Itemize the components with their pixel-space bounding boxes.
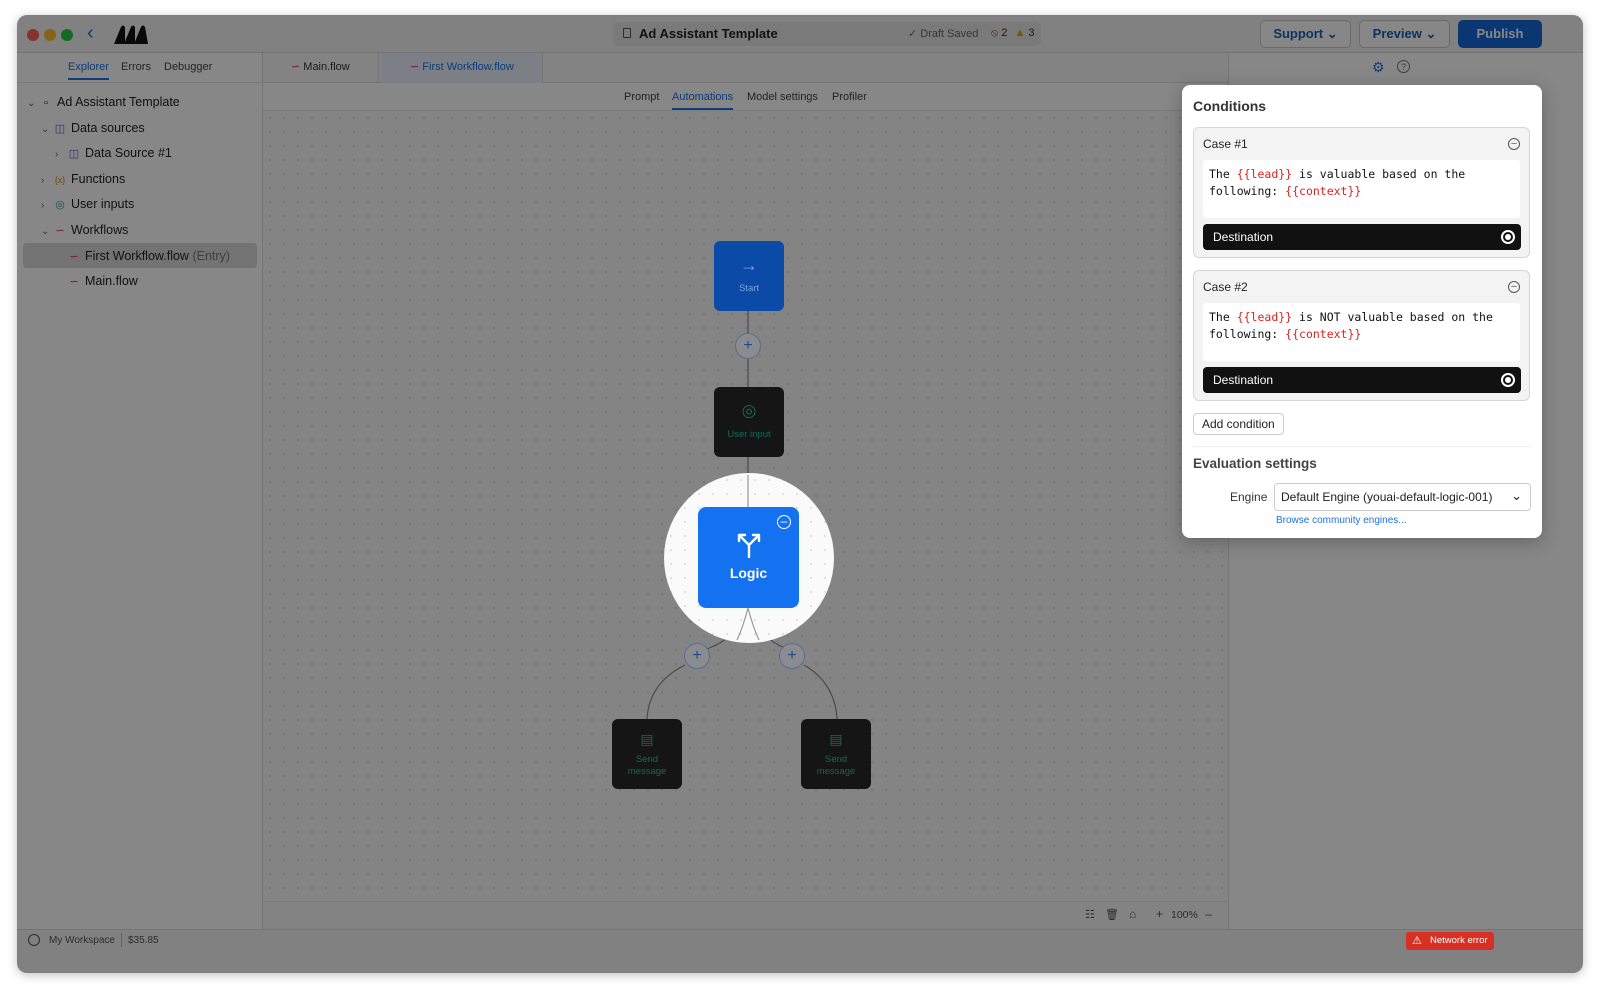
app-window: ‹ Ad Assistant Template ✓ Draft Saved ⦸ … <box>17 15 1583 973</box>
case-condition-input[interactable]: The {{lead}} is valuable based on the fo… <box>1203 160 1520 218</box>
target-icon <box>1501 373 1515 387</box>
conditions-panel: Conditions Case #1 – The {{lead}} is val… <box>1182 85 1542 538</box>
variable-token: {{context}} <box>1285 184 1362 198</box>
destination-label: Destination <box>1213 373 1274 387</box>
condition-text: The <box>1209 310 1237 324</box>
destination-button[interactable]: Destination <box>1203 367 1521 393</box>
branch-icon <box>737 533 761 559</box>
case-condition-input[interactable]: The {{lead}} is NOT valuable based on th… <box>1203 303 1520 361</box>
case-card-1: Case #1 – The {{lead}} is valuable based… <box>1193 127 1530 258</box>
variable-token: {{lead}} <box>1236 310 1293 324</box>
case-label: Case #2 <box>1203 280 1248 294</box>
add-condition-button[interactable]: Add condition <box>1193 413 1284 435</box>
destination-label: Destination <box>1213 230 1274 244</box>
chevron-down-icon: ⌄ <box>1511 488 1522 503</box>
engine-value: Default Engine (youai-default-logic-001) <box>1281 490 1493 504</box>
engine-label: Engine <box>1230 490 1268 504</box>
remove-node-icon[interactable]: – <box>777 515 791 529</box>
conditions-title: Conditions <box>1193 98 1267 114</box>
evaluation-settings-title: Evaluation settings <box>1193 456 1317 471</box>
condition-text: The <box>1209 167 1237 181</box>
remove-case-icon[interactable]: – <box>1508 138 1520 150</box>
variable-token: {{context}} <box>1285 327 1362 341</box>
divider <box>1193 446 1530 447</box>
engine-select[interactable]: Default Engine (youai-default-logic-001)… <box>1274 483 1531 511</box>
variable-token: {{lead}} <box>1236 167 1293 181</box>
browse-engines-link[interactable]: Browse community engines... <box>1276 515 1407 526</box>
case-label: Case #1 <box>1203 137 1248 151</box>
destination-button[interactable]: Destination <box>1203 224 1521 250</box>
remove-case-icon[interactable]: – <box>1508 281 1520 293</box>
node-label: Logic <box>729 565 768 581</box>
target-icon <box>1501 230 1515 244</box>
logic-node[interactable]: – Logic <box>698 507 799 608</box>
case-card-2: Case #2 – The {{lead}} is NOT valuable b… <box>1193 270 1530 401</box>
